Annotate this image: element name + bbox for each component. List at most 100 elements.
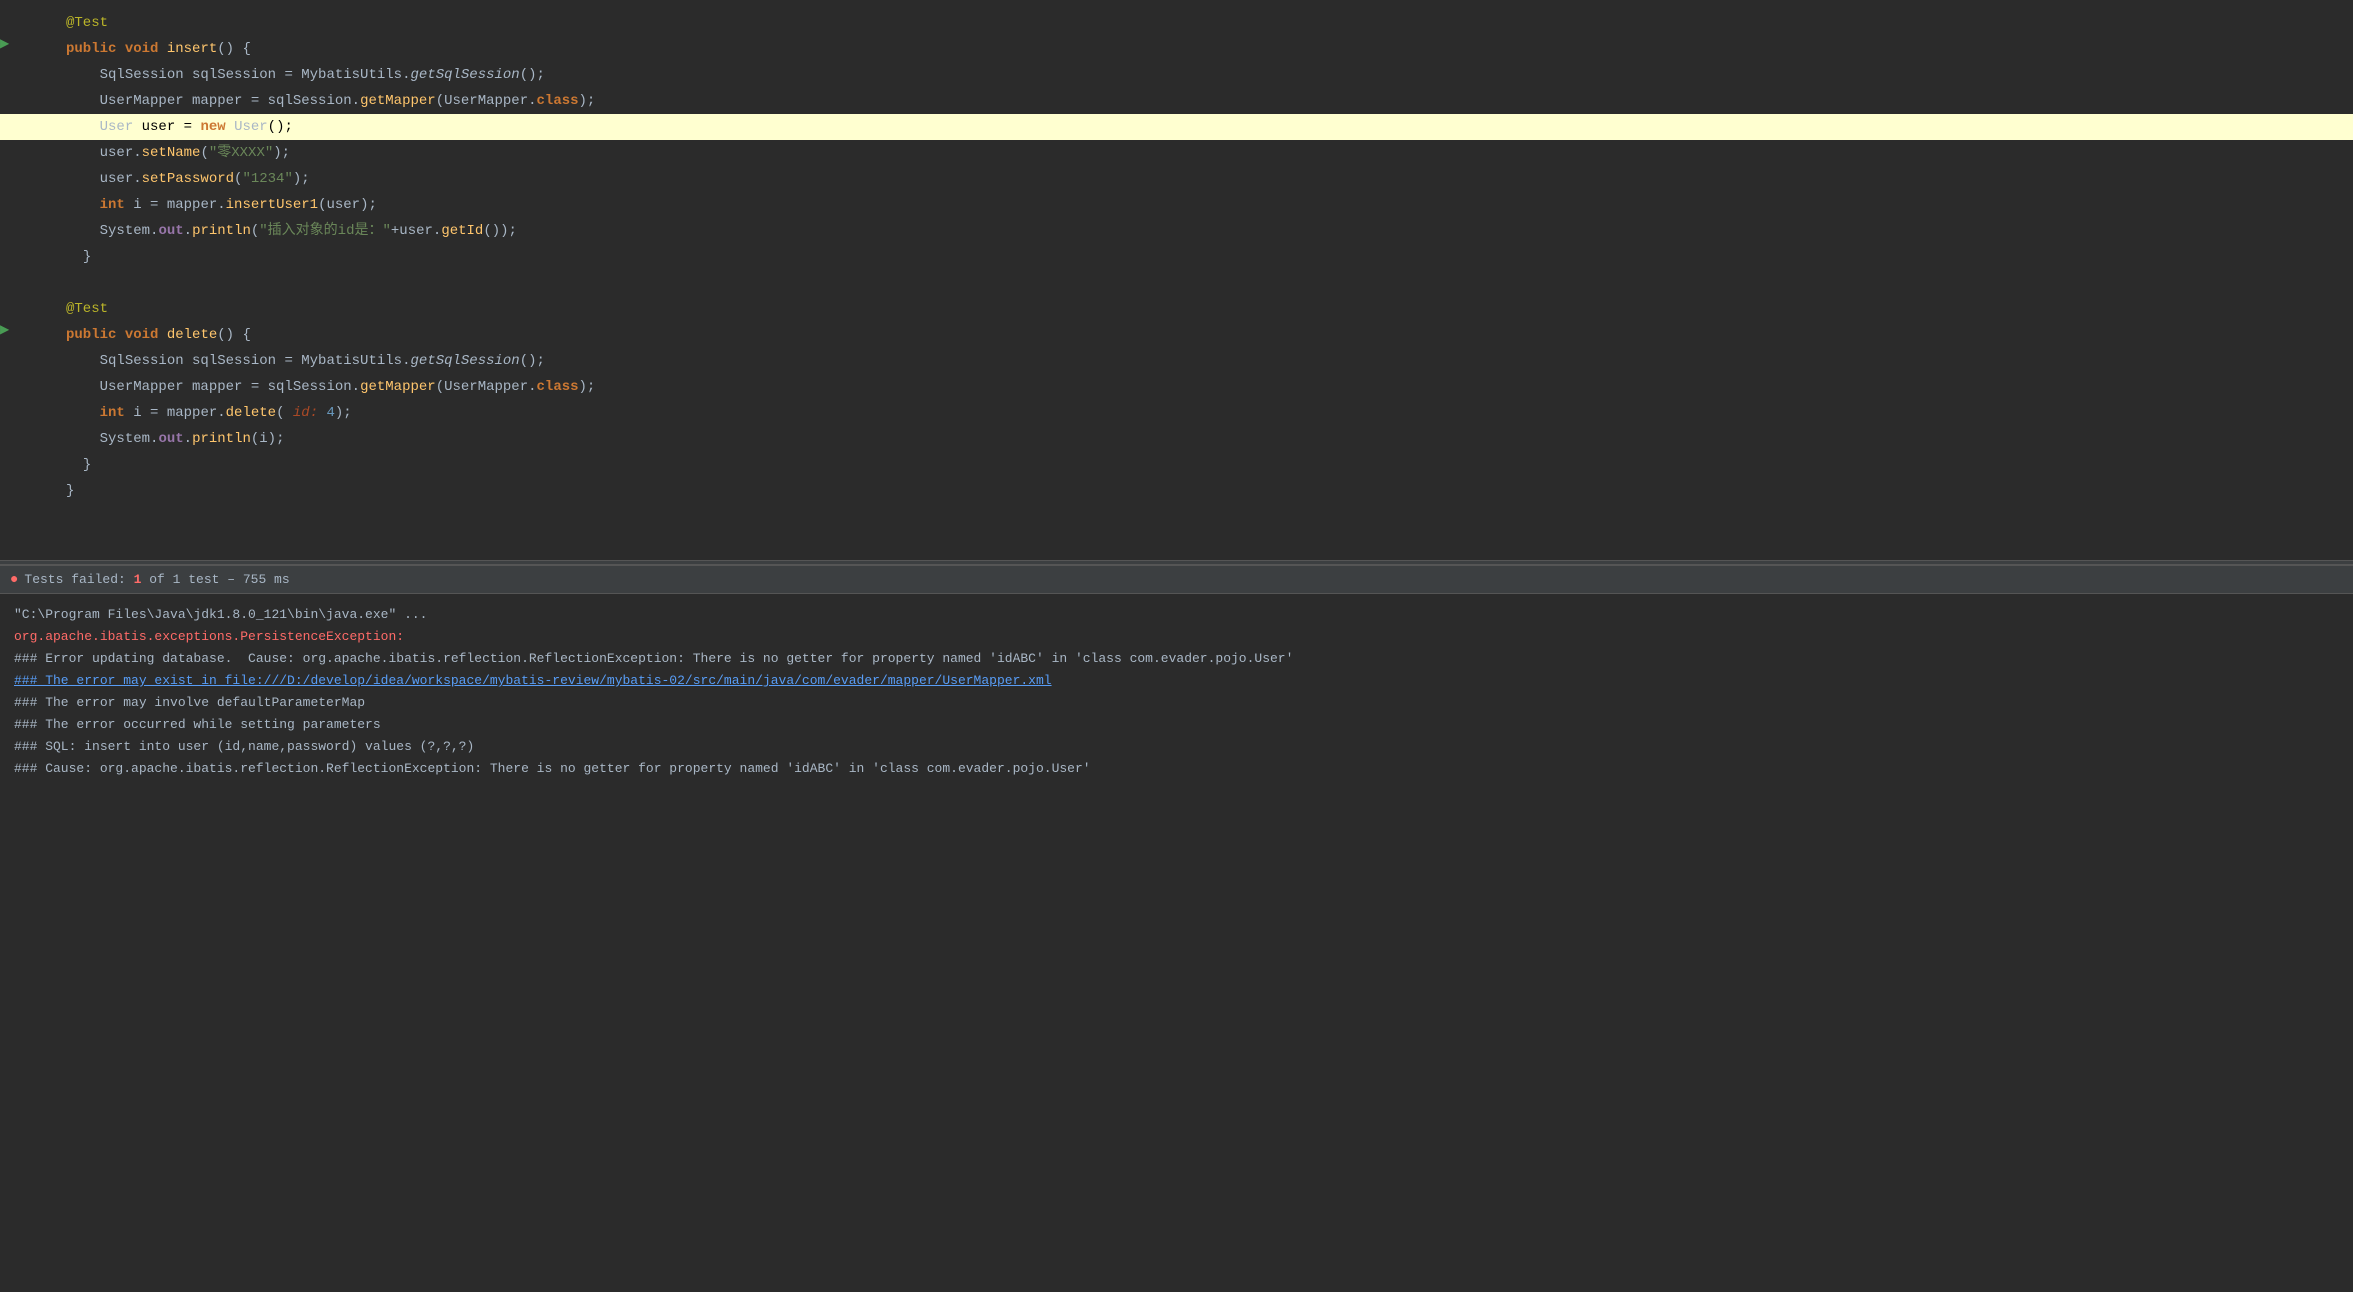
code-line: UserMapper mapper = sqlSession.getMapper… — [0, 88, 2353, 114]
token-kw: class — [537, 379, 579, 395]
token-indent2 — [66, 197, 100, 213]
code-line: user.setName("零XXXX"); — [0, 140, 2353, 166]
code-line: SqlSession sqlSession = MybatisUtils.get… — [0, 62, 2353, 88]
token-kw: public — [66, 41, 116, 57]
token-plain: ); — [335, 405, 352, 421]
token-number: 4 — [327, 405, 335, 421]
output-line: ### The error occurred while setting par… — [14, 714, 2339, 736]
token-indent2 — [66, 353, 100, 369]
token-plain: (i); — [251, 431, 285, 447]
token-class-name: SqlSession — [100, 353, 184, 369]
token-plain: ); — [273, 145, 290, 161]
token-plain: (); — [268, 119, 293, 135]
token-annotation: @Test — [66, 301, 108, 317]
output-line: ### Error updating database. Cause: org.… — [14, 648, 2339, 670]
run-gutter-icon[interactable]: ▶ — [0, 322, 9, 337]
token-plain: () { — [217, 327, 251, 343]
token-param-label: id: — [284, 405, 318, 421]
token-plain: ); — [293, 171, 310, 187]
token-plain: user. — [100, 171, 142, 187]
bottom-panel: ● Tests failed: 1 of 1 test – 755 ms "C:… — [0, 565, 2353, 1292]
code-line: UserMapper mapper = sqlSession.getMapper… — [0, 374, 2353, 400]
token-method: println — [192, 431, 251, 447]
code-line: user.setPassword("1234"); — [0, 166, 2353, 192]
output-line: ### Cause: org.apache.ibatis.reflection.… — [14, 758, 2339, 780]
code-line: ▶public void delete() { — [0, 322, 2353, 348]
run-gutter-icon[interactable]: ▶ — [0, 36, 9, 51]
code-line: } — [0, 478, 2353, 504]
token-class-name: SqlSession — [100, 67, 184, 83]
output-line: ### The error may involve defaultParamet… — [14, 692, 2339, 714]
line-text: user.setPassword("1234"); — [56, 166, 2353, 192]
token-plain: (); — [520, 67, 545, 83]
token-method: setPassword — [142, 171, 234, 187]
token-plain: () { — [217, 41, 251, 57]
token-plain: . — [184, 223, 192, 239]
status-text: Tests failed: 1 of 1 test – 755 ms — [24, 572, 289, 587]
line-text — [56, 270, 2353, 296]
token-plain: (user); — [318, 197, 377, 213]
token-annotation: @Test — [66, 15, 108, 31]
token-plain: sqlSession = — [184, 353, 302, 369]
line-text: } — [56, 452, 2353, 478]
token-method: insertUser1 — [226, 197, 318, 213]
line-text: user.setName("零XXXX"); — [56, 140, 2353, 166]
line-text: User user = new User(); — [56, 114, 2353, 140]
line-text: UserMapper mapper = sqlSession.getMapper… — [56, 88, 2353, 114]
token-italic: getSqlSession — [410, 353, 519, 369]
token-plain — [158, 41, 166, 57]
token-plain: } — [66, 483, 74, 499]
line-text: int i = mapper.insertUser1(user); — [56, 192, 2353, 218]
code-line: @Test — [0, 10, 2353, 36]
token-class-name: MybatisUtils — [301, 353, 402, 369]
token-indent2 — [66, 431, 100, 447]
token-plain: mapper = sqlSession. — [184, 93, 360, 109]
token-kw: void — [125, 41, 159, 57]
token-plain: +user. — [391, 223, 441, 239]
token-plain: (); — [520, 353, 545, 369]
token-class-name: System — [100, 431, 150, 447]
token-plain: ); — [579, 93, 596, 109]
token-method: getId — [441, 223, 483, 239]
token-indent2 — [66, 379, 100, 395]
code-line: User user = new User(); — [0, 114, 2353, 140]
token-method: getMapper — [360, 93, 436, 109]
code-line: } — [0, 452, 2353, 478]
line-text: @Test — [56, 296, 2353, 322]
code-editor-panel: @Test ▶ public void insert() { SqlSession … — [0, 0, 2353, 560]
token-plain: mapper = sqlSession. — [184, 379, 360, 395]
line-text: } — [56, 244, 2353, 270]
token-plain: } — [83, 457, 91, 473]
code-line: @Test — [0, 296, 2353, 322]
line-text: SqlSession sqlSession = MybatisUtils.get… — [56, 62, 2353, 88]
token-kw: int — [100, 405, 125, 421]
token-indent2 — [66, 171, 100, 187]
token-kw: new — [200, 119, 225, 135]
token-method: println — [192, 223, 251, 239]
code-content: @Test ▶ public void insert() { SqlSession … — [0, 0, 2353, 514]
line-gutter: ▶ — [0, 322, 56, 337]
token-plain: ()); — [483, 223, 517, 239]
output-line: ### SQL: insert into user (id,name,passw… — [14, 736, 2339, 758]
token-string: "零XXXX" — [209, 145, 273, 161]
token-kw: int — [100, 197, 125, 213]
code-line: System.out.println("插入对象的id是："+user.getI… — [0, 218, 2353, 244]
token-indent2 — [66, 145, 100, 161]
code-line: int i = mapper.delete( id: 4); — [0, 400, 2353, 426]
code-line: System.out.println(i); — [0, 426, 2353, 452]
token-plain: ( — [436, 93, 444, 109]
output-line: org.apache.ibatis.exceptions.Persistence… — [14, 626, 2339, 648]
token-plain: ( — [200, 145, 208, 161]
token-plain: . — [528, 379, 536, 395]
line-text: public void insert() { — [56, 36, 2353, 62]
line-gutter: ▶ — [0, 36, 56, 51]
code-line: int i = mapper.insertUser1(user); — [0, 192, 2353, 218]
token-class-name: System — [100, 223, 150, 239]
output-line[interactable]: ### The error may exist in file:///D:/de… — [14, 670, 2339, 692]
line-text: } — [56, 478, 2353, 504]
code-line: } — [0, 244, 2353, 270]
token-indent2 — [66, 223, 100, 239]
token-plain: i = mapper. — [125, 197, 226, 213]
status-suffix: of 1 test – 755 ms — [141, 572, 289, 587]
line-text: System.out.println("插入对象的id是："+user.getI… — [56, 218, 2353, 244]
